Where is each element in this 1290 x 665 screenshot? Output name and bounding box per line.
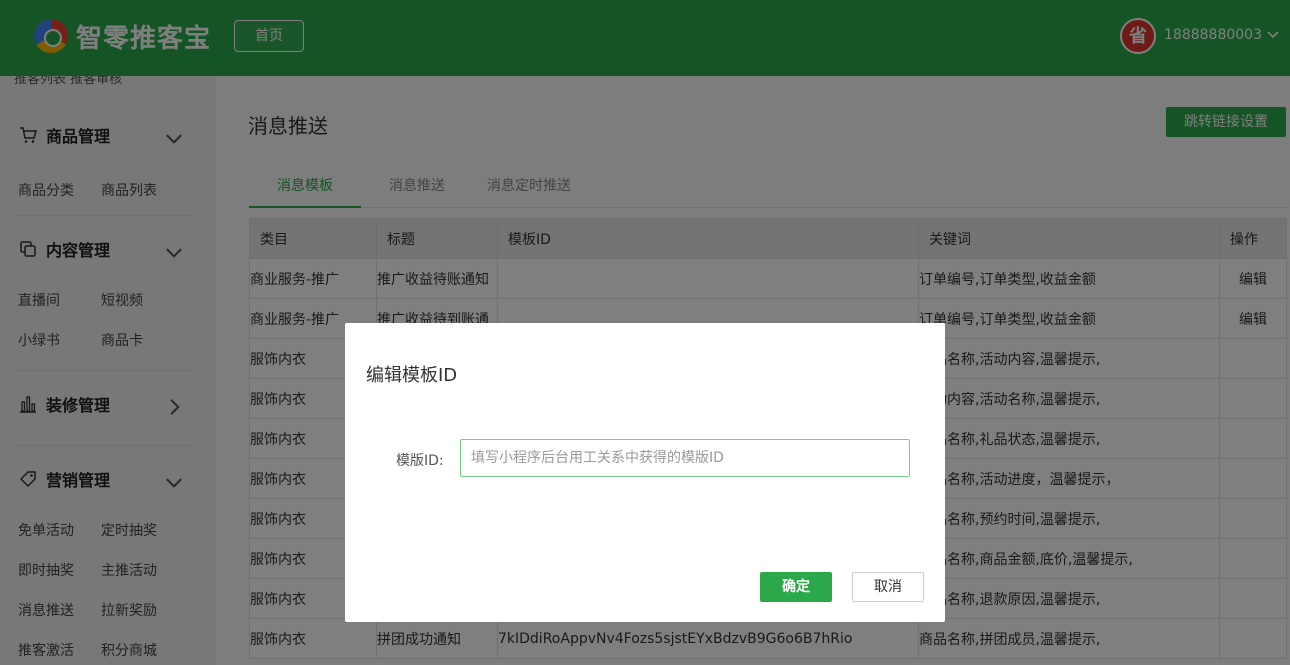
template-id-label: 模版ID: — [396, 453, 444, 469]
confirm-button[interactable]: 确定 — [760, 572, 832, 602]
edit-template-dialog: 编辑模板ID 模版ID: 确定 取消 — [345, 323, 945, 622]
cancel-button[interactable]: 取消 — [852, 572, 924, 602]
template-id-input[interactable] — [460, 439, 910, 477]
dialog-title: 编辑模板ID — [366, 365, 458, 386]
